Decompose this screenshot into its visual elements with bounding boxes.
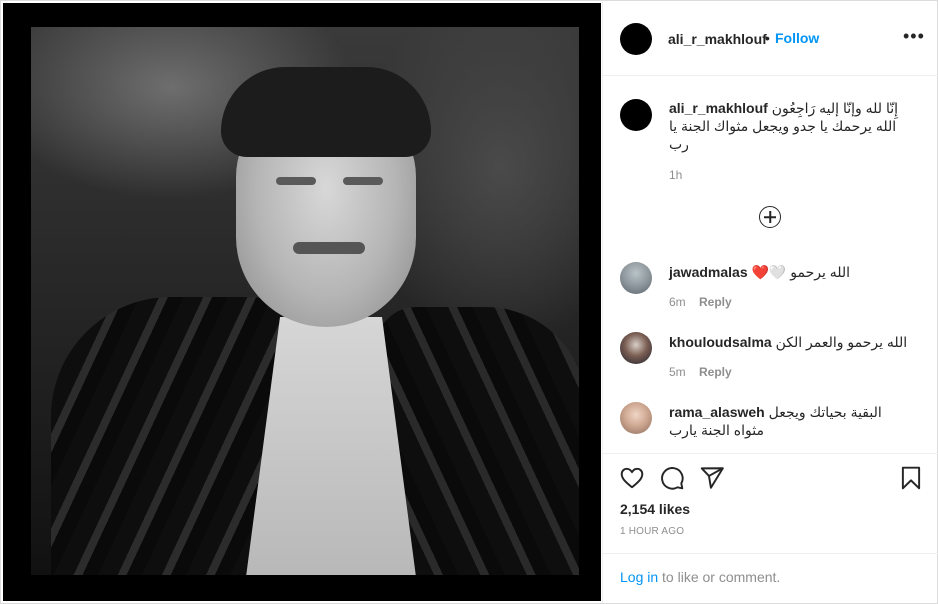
post-actions: 2,154 likes 1 HOUR AGO: [603, 453, 938, 553]
bookmark-icon[interactable]: [898, 465, 924, 491]
comment-meta: 6m Reply: [669, 295, 732, 309]
photo-hair: [221, 67, 431, 157]
heart-icon[interactable]: [619, 465, 645, 491]
commenter-avatar[interactable]: [620, 332, 652, 364]
comment-item: rama_alasweh البقية بحياتك ويجعل مثواه ا…: [603, 402, 938, 453]
comment-text: الله يرحمو والعمر الكن: [775, 334, 908, 350]
caption-time: 1h: [669, 168, 683, 182]
separator-dot: •: [765, 30, 770, 46]
post-timestamp[interactable]: 1 HOUR AGO: [620, 526, 684, 537]
caption-username[interactable]: ali_r_makhlouf: [669, 100, 768, 116]
reply-button[interactable]: Reply: [699, 295, 732, 309]
login-prompt: Log in to like or comment.: [603, 553, 938, 603]
comment-meta: 5m Reply: [669, 365, 732, 379]
comment-text-block: khouloudsalma الله يرحمو والعمر الكن: [669, 333, 909, 351]
follow-button[interactable]: Follow: [775, 30, 819, 46]
author-avatar[interactable]: [620, 23, 652, 55]
author-username[interactable]: ali_r_makhlouf: [668, 31, 767, 47]
comment-text-block: rama_alasweh البقية بحياتك ويجعل مثواه ا…: [669, 403, 909, 439]
paper-plane-icon[interactable]: [699, 465, 725, 491]
photo-brow-left: [276, 177, 316, 185]
post-media[interactable]: [3, 3, 601, 601]
commenter-avatar[interactable]: [620, 262, 652, 294]
comment-text-block: jawadmalas الله يرحمو 🤍❤️: [669, 263, 909, 281]
login-prompt-text: Log in to like or comment.: [620, 569, 780, 585]
comment-item: jawadmalas الله يرحمو 🤍❤️ 6m Reply: [603, 262, 938, 332]
post-dialog: ali_r_makhlouf • Follow ••• ali_r_makhlo…: [0, 0, 938, 604]
heart-emoji: 🤍❤️: [751, 264, 787, 280]
photo-brow-right: [343, 177, 383, 185]
load-more-comments-icon[interactable]: [759, 206, 781, 228]
post-sidebar: ali_r_makhlouf • Follow ••• ali_r_makhlo…: [602, 2, 938, 603]
likes-count[interactable]: 2,154 likes: [620, 501, 690, 517]
photo-mustache: [293, 242, 365, 254]
login-link[interactable]: Log in: [620, 569, 658, 585]
caption-text-block: ali_r_makhlouf إِنّا لله وإنّا إليه رَاج…: [669, 99, 909, 153]
comment-time: 6m: [669, 295, 686, 309]
commenter-avatar[interactable]: [620, 402, 652, 434]
comment-text-arabic: الله يرحمو: [790, 264, 851, 280]
post-header: ali_r_makhlouf • Follow •••: [603, 2, 938, 76]
post-photo: [31, 27, 579, 575]
comment-bubble-icon[interactable]: [659, 465, 685, 491]
comment-username[interactable]: jawadmalas: [669, 264, 748, 280]
login-prompt-rest: to like or comment.: [658, 569, 781, 585]
caption-avatar[interactable]: [620, 99, 652, 131]
comment-username[interactable]: rama_alasweh: [669, 404, 765, 420]
comment-text: الله يرحمو 🤍❤️: [752, 264, 851, 280]
comments-list[interactable]: ali_r_makhlouf إِنّا لله وإنّا إليه رَاج…: [603, 77, 938, 453]
comment-username[interactable]: khouloudsalma: [669, 334, 772, 350]
more-options-icon[interactable]: •••: [903, 26, 925, 47]
comment-item: khouloudsalma الله يرحمو والعمر الكن 5m …: [603, 332, 938, 402]
comment-time: 5m: [669, 365, 686, 379]
reply-button[interactable]: Reply: [699, 365, 732, 379]
